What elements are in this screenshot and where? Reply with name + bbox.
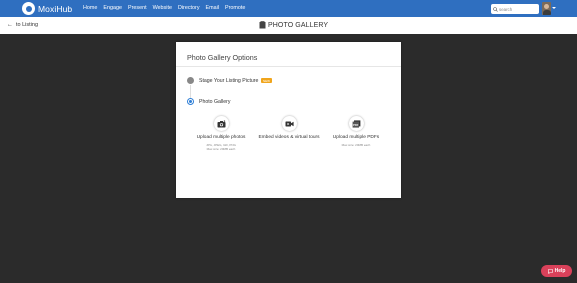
new-badge: NEW xyxy=(261,77,272,84)
option-photo-gallery[interactable]: Photo Gallery xyxy=(187,98,230,105)
brand-name: MoxiHub xyxy=(38,3,73,14)
tile-max-size: Max size: 20MB each xyxy=(341,143,371,147)
main-menu: Home Engage Present Website Directory Em… xyxy=(83,5,245,11)
option-label: Stage Your Listing Picture xyxy=(199,77,259,84)
pdf-file-icon[interactable]: PDF xyxy=(348,116,364,131)
photo-gallery-options-panel: Photo Gallery Options Stage Your Listing… xyxy=(176,42,401,198)
brand-logo[interactable]: MoxiHub xyxy=(22,2,72,15)
arrow-left-icon: ← xyxy=(7,22,13,28)
radio-selected[interactable] xyxy=(187,98,194,105)
divider xyxy=(176,66,401,67)
nav-item-directory[interactable]: Directory xyxy=(178,5,200,11)
user-avatar[interactable] xyxy=(542,2,551,15)
add-photo-icon[interactable] xyxy=(213,116,229,131)
nav-item-engage[interactable]: Engage xyxy=(103,5,122,11)
back-to-listing-link[interactable]: ← to Listing xyxy=(7,22,38,28)
search-input[interactable] xyxy=(499,6,537,12)
chevron-down-icon[interactable] xyxy=(552,7,556,9)
video-camera-icon[interactable] xyxy=(281,116,297,131)
brand-logo-icon xyxy=(22,2,35,15)
nav-item-promote[interactable]: Promote xyxy=(225,5,245,11)
page-title-text: PHOTO GALLERY xyxy=(268,21,329,29)
tile-label: Upload multiple PDFs xyxy=(332,135,380,140)
chat-bubble-icon xyxy=(547,268,553,274)
embed-videos-tile[interactable]: Embed videos & virtual tours xyxy=(251,116,327,140)
tile-label: Embed videos & virtual tours xyxy=(258,135,320,140)
nav-item-home[interactable]: Home xyxy=(83,5,97,11)
radio-unselected[interactable] xyxy=(187,77,194,84)
option-label: Photo Gallery xyxy=(199,98,231,105)
back-link-label: to Listing xyxy=(16,22,39,28)
upload-photos-tile[interactable]: Upload multiple photos JPG, JPEG, GIF, P… xyxy=(183,116,259,151)
upload-pdfs-tile[interactable]: PDF Upload multiple PDFs Max size: 20MB … xyxy=(318,116,394,147)
page-title: PHOTO GALLERY xyxy=(259,21,328,29)
help-label: Help xyxy=(554,268,566,274)
search-box[interactable] xyxy=(491,4,539,14)
option-stage-listing-picture[interactable]: Stage Your Listing Picture NEW xyxy=(187,77,272,84)
nav-item-present[interactable]: Present xyxy=(128,5,147,11)
search-icon xyxy=(493,6,498,12)
option-connector xyxy=(190,85,191,98)
nav-item-website[interactable]: Website xyxy=(153,5,172,11)
help-button[interactable]: Help xyxy=(541,265,572,277)
page-subheader: ← to Listing PHOTO GALLERY xyxy=(0,17,577,34)
folder-icon xyxy=(259,21,266,29)
tile-label: Upload multiple photos xyxy=(196,135,246,140)
tile-max-size: Max size: 20MB each xyxy=(206,147,236,151)
svg-text:PDF: PDF xyxy=(353,122,359,126)
panel-title: Photo Gallery Options xyxy=(187,53,258,62)
top-navigation-bar: MoxiHub Home Engage Present Website Dire… xyxy=(0,0,577,17)
nav-item-email[interactable]: Email xyxy=(206,5,219,11)
